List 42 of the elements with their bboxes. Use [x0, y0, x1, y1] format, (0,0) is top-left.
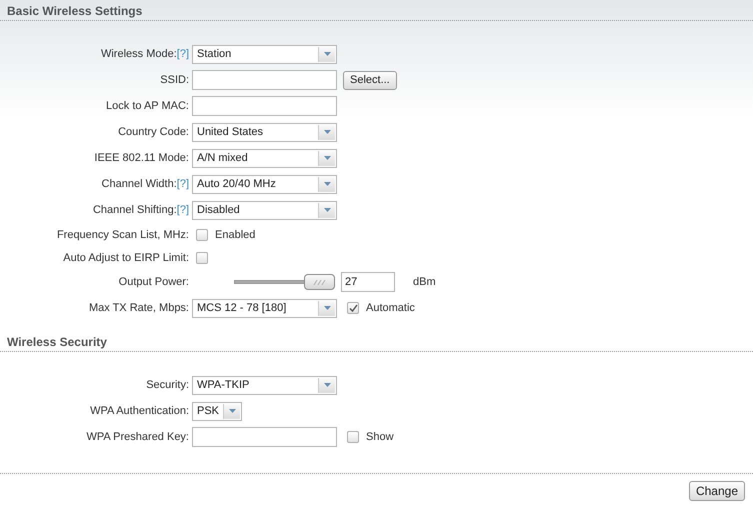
checkbox[interactable] — [347, 431, 359, 443]
slider-thumb[interactable] — [304, 274, 335, 290]
field-label: WPA Authentication: — [90, 405, 189, 417]
checkbox-label: Show — [366, 431, 394, 443]
slider-track[interactable] — [234, 274, 335, 290]
field-label: Frequency Scan List, MHz: — [56, 228, 189, 240]
checkbox-label: Enabled — [215, 228, 256, 240]
checkbox[interactable] — [347, 302, 359, 314]
dropdown[interactable]: Auto 20/40 MHz — [192, 174, 337, 194]
power-field[interactable]: 27 — [341, 272, 395, 292]
select-button[interactable]: Select... — [343, 70, 397, 90]
input-field[interactable] — [192, 427, 337, 447]
checkbox[interactable] — [196, 228, 208, 240]
change-button[interactable]: Change — [688, 481, 745, 501]
field-label: Security: — [146, 379, 189, 391]
field-label: IEEE 802.11 Mode: — [94, 152, 189, 164]
dropdown[interactable]: PSK — [192, 402, 242, 420]
dropdown[interactable]: WPA-TKIP — [192, 376, 337, 394]
field-label: Output Power: — [118, 276, 189, 288]
checkbox[interactable] — [196, 252, 208, 264]
field-label: Max TX Rate, Mbps: — [88, 302, 189, 314]
dropdown[interactable]: Disabled — [192, 200, 337, 220]
unit-label: dBm — [413, 276, 436, 288]
field-label: Country Code: — [118, 126, 189, 138]
dropdown[interactable]: Station — [192, 44, 337, 64]
field-label: Wireless Mode: — [100, 48, 177, 60]
dropdown[interactable]: A/N mixed — [192, 148, 337, 168]
field-label: WPA Preshared Key: — [86, 431, 189, 443]
dropdown[interactable]: United States — [192, 122, 337, 142]
field-label: Channel Width: — [102, 178, 177, 190]
field-label: Lock to AP MAC: — [106, 100, 189, 112]
dropdown[interactable]: MCS 12 - 78 [180] — [192, 298, 337, 318]
input-field[interactable] — [192, 70, 337, 90]
checkbox-label: Automatic — [366, 302, 415, 314]
help-link[interactable]: [?] — [176, 204, 189, 216]
help-link[interactable]: [?] — [176, 178, 189, 190]
section-title: Wireless Security — [0, 331, 753, 352]
field-label: Channel Shifting: — [92, 204, 177, 216]
input-field[interactable] — [192, 96, 337, 116]
field-label: SSID: — [160, 74, 189, 86]
field-label: Auto Adjust to EIRP Limit: — [63, 252, 189, 264]
section-title: Basic Wireless Settings — [0, 0, 753, 21]
